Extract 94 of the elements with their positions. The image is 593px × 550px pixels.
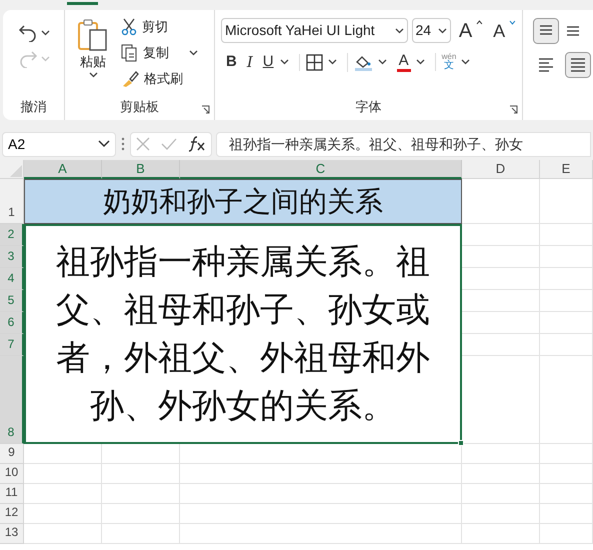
painter-button[interactable]: 格式刷: [121, 68, 198, 90]
empty-cell[interactable]: [180, 464, 462, 484]
copy-button[interactable]: 复制: [121, 42, 198, 64]
column-header[interactable]: E: [540, 160, 593, 179]
group-label: 剪贴板: [120, 98, 159, 116]
caret-up-icon: [476, 20, 484, 25]
empty-cell[interactable]: [540, 504, 593, 524]
scissors-icon: [121, 18, 137, 36]
empty-cell[interactable]: [102, 504, 180, 524]
empty-cell[interactable]: [540, 444, 593, 464]
row-header[interactable]: 4: [0, 268, 24, 290]
empty-cell[interactable]: [180, 524, 462, 544]
row-header[interactable]: 12: [0, 504, 24, 524]
chevron-down-icon[interactable]: [280, 59, 289, 66]
font-size-dropdown[interactable]: 24: [412, 18, 451, 43]
dialog-launcher-icon[interactable]: [509, 105, 518, 114]
empty-cell[interactable]: [102, 484, 180, 504]
empty-cell[interactable]: [102, 524, 180, 544]
empty-cell[interactable]: [462, 504, 540, 524]
undo-icon[interactable]: [18, 24, 38, 42]
select-all-icon[interactable]: [10, 165, 22, 177]
fill-handle[interactable]: [458, 440, 464, 446]
chevron-down-icon[interactable]: [88, 72, 98, 78]
row-header[interactable]: 11: [0, 484, 24, 504]
chevron-down-icon[interactable]: [461, 59, 470, 66]
empty-cell[interactable]: [540, 312, 593, 334]
dialog-launcher-icon[interactable]: [201, 105, 210, 114]
align-center-icon[interactable]: [565, 52, 591, 78]
empty-cell[interactable]: [540, 246, 593, 268]
group-label: 字体: [356, 98, 382, 116]
copy-icon: [121, 44, 138, 62]
paste-icon[interactable]: [77, 18, 109, 52]
chevron-down-icon[interactable]: [328, 59, 337, 66]
chevron-down-icon[interactable]: [438, 28, 447, 34]
column-header[interactable]: C: [180, 160, 462, 179]
merged-text-cell[interactable]: 祖孙指一种亲属关系。祖父、祖母和孙子、孙女或者，外祖父、外祖母和外孙、外孙女的关系。: [24, 224, 462, 444]
cut-button[interactable]: 剪切: [121, 16, 198, 38]
row-header[interactable]: 7: [0, 334, 24, 356]
group-label: 撤消: [20, 98, 46, 116]
column-header[interactable]: D: [462, 160, 540, 179]
align-top-icon[interactable]: [533, 18, 559, 44]
decrease-font-size-button[interactable]: A: [493, 22, 506, 40]
empty-cell[interactable]: [180, 504, 462, 524]
empty-cell[interactable]: [462, 484, 540, 504]
chevron-down-icon[interactable]: [189, 50, 198, 56]
formula-bar[interactable]: 祖孙指一种亲属关系。祖父、祖母和孙子、孙女: [216, 132, 591, 156]
empty-cell[interactable]: [540, 464, 593, 484]
row-header[interactable]: 9: [0, 444, 24, 464]
empty-cell[interactable]: [102, 464, 180, 484]
bold-button[interactable]: B: [226, 51, 237, 74]
font-name-dropdown[interactable]: Microsoft YaHei UI Light: [221, 18, 408, 43]
empty-cell[interactable]: [462, 524, 540, 544]
paste-button[interactable]: 粘贴: [80, 52, 106, 78]
row-header[interactable]: 2: [0, 224, 24, 246]
empty-cell[interactable]: [462, 444, 540, 464]
empty-cell[interactable]: [540, 356, 593, 444]
paintbrush-icon: [121, 70, 139, 88]
empty-cell[interactable]: [540, 290, 593, 312]
row-header[interactable]: 8: [0, 356, 24, 444]
row-header[interactable]: 10: [0, 464, 24, 484]
font-color-button[interactable]: A: [396, 52, 411, 72]
function-icon[interactable]: [188, 136, 206, 152]
increase-font-size-button[interactable]: A: [458, 20, 472, 40]
caret-down-icon: [509, 20, 516, 25]
empty-cell[interactable]: [540, 524, 593, 544]
chevron-down-icon: [98, 140, 110, 148]
empty-cell[interactable]: [180, 484, 462, 504]
empty-cell[interactable]: [540, 268, 593, 290]
active-tab-indicator: [67, 2, 98, 5]
column-header[interactable]: B: [102, 160, 180, 179]
cancel-icon[interactable]: [136, 137, 150, 151]
chevron-down-icon[interactable]: [416, 59, 425, 66]
column-header[interactable]: A: [24, 160, 102, 179]
underline-button[interactable]: U: [262, 51, 274, 74]
row-header[interactable]: 6: [0, 312, 24, 334]
name-box[interactable]: A2: [2, 132, 116, 156]
borders-icon[interactable]: [306, 54, 323, 71]
empty-cell[interactable]: [540, 179, 593, 224]
more-options-icon[interactable]: [120, 137, 126, 151]
empty-cell[interactable]: [540, 224, 593, 246]
italic-button[interactable]: I: [246, 51, 253, 74]
check-icon[interactable]: [160, 138, 177, 150]
chevron-down-icon[interactable]: [40, 30, 50, 36]
phonetic-guide-button[interactable]: wén 文: [442, 53, 456, 72]
chevron-down-icon[interactable]: [378, 59, 387, 66]
empty-cell[interactable]: [540, 484, 593, 504]
row-header[interactable]: 13: [0, 524, 24, 544]
merged-title-cell: 奶奶和孙子之间的关系: [24, 179, 462, 224]
row-header[interactable]: 5: [0, 290, 24, 312]
empty-cell[interactable]: [540, 334, 593, 356]
empty-cell[interactable]: [462, 464, 540, 484]
row-header[interactable]: 3: [0, 246, 24, 268]
row-header[interactable]: 1: [0, 179, 24, 224]
chevron-down-icon[interactable]: [394, 28, 404, 34]
